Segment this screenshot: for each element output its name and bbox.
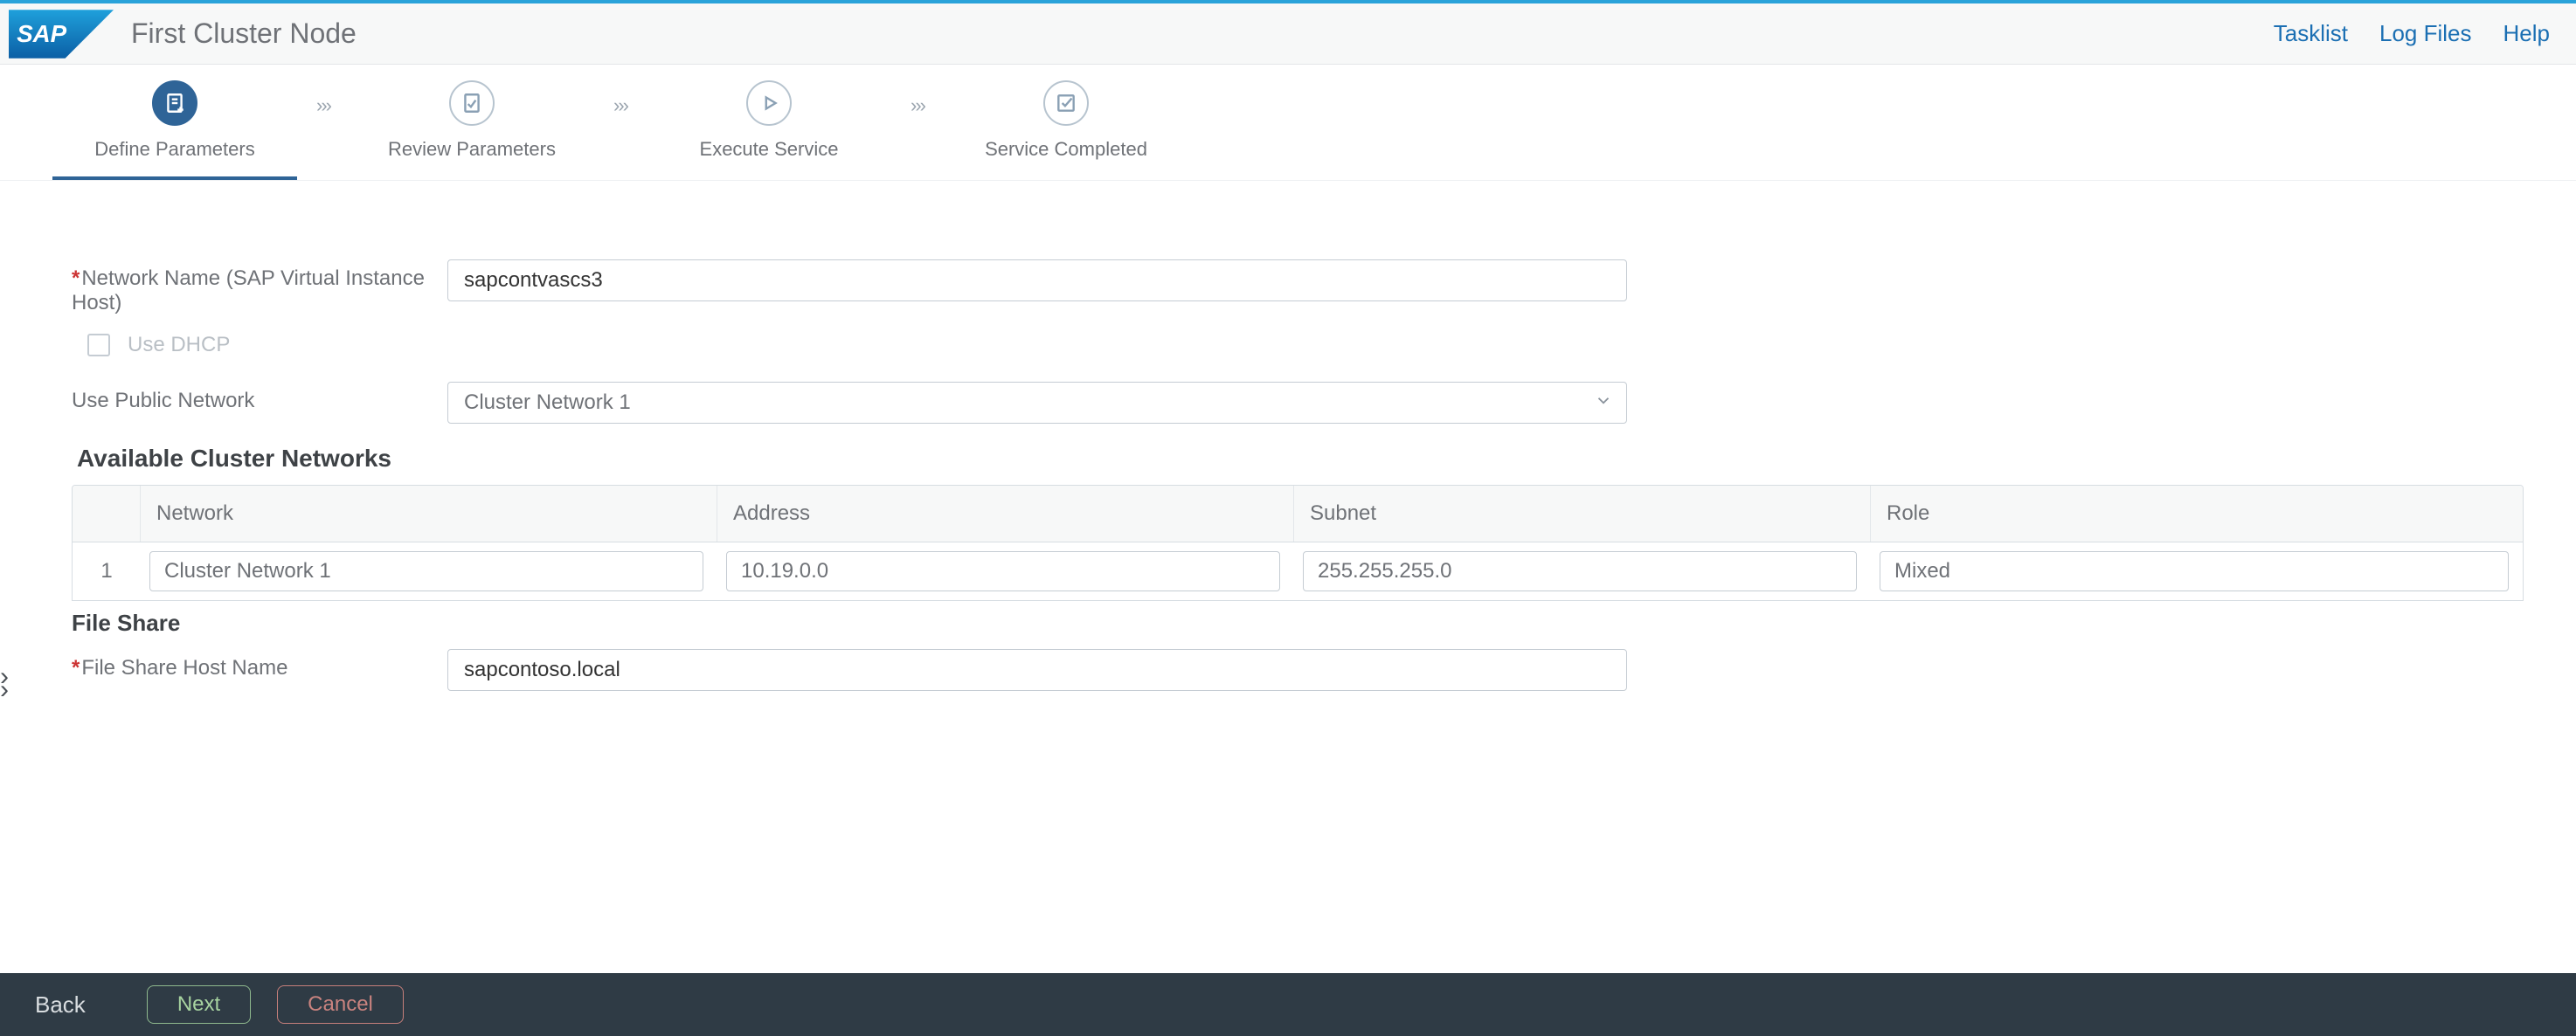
document-plus-icon <box>152 80 197 126</box>
app-header: SAP First Cluster Node Tasklist Log File… <box>0 3 2576 65</box>
document-check-icon <box>449 80 495 126</box>
main-form: ›› *Network Name (SAP Virtual Instance H… <box>0 181 2576 973</box>
expand-sidebar-icon[interactable]: ›› <box>0 670 9 696</box>
cell-subnet-input[interactable] <box>1303 551 1857 591</box>
table-header-row: Network Address Subnet Role <box>73 486 2523 542</box>
sap-logo: SAP <box>9 9 114 59</box>
help-link[interactable]: Help <box>2503 20 2550 47</box>
step-label: Execute Service <box>700 138 839 161</box>
required-indicator: * <box>72 266 80 290</box>
network-name-input[interactable] <box>447 259 1627 301</box>
cancel-button[interactable]: Cancel <box>277 985 404 1024</box>
step-service-completed[interactable]: Service Completed <box>944 80 1188 176</box>
available-networks-heading: Available Cluster Networks <box>77 445 2524 473</box>
step-define-parameters[interactable]: Define Parameters <box>52 80 297 180</box>
file-share-host-input[interactable] <box>447 649 1627 691</box>
svg-text:SAP: SAP <box>17 20 66 47</box>
row-network-name: *Network Name (SAP Virtual Instance Host… <box>72 259 2524 315</box>
th-network: Network <box>141 486 717 542</box>
step-separator: ››› <box>297 80 350 117</box>
cell-network-input[interactable] <box>149 551 703 591</box>
cell-address-input[interactable] <box>726 551 1280 591</box>
header-right: Tasklist Log Files Help <box>2274 20 2550 47</box>
logfiles-link[interactable]: Log Files <box>2379 20 2472 47</box>
use-public-network-select[interactable] <box>447 382 1627 424</box>
next-button[interactable]: Next <box>147 985 251 1024</box>
network-name-label: *Network Name (SAP Virtual Instance Host… <box>72 259 447 315</box>
file-share-heading: File Share <box>72 610 2524 637</box>
back-button[interactable]: Back <box>35 991 86 1019</box>
th-subnet: Subnet <box>1294 486 1871 542</box>
step-separator: ››› <box>594 80 647 117</box>
row-use-public-network: Use Public Network <box>72 382 2524 424</box>
use-dhcp-checkbox[interactable] <box>87 334 110 356</box>
step-label: Define Parameters <box>94 138 254 161</box>
table-body: 1 <box>73 542 2523 600</box>
page-title: First Cluster Node <box>131 17 357 50</box>
footer-bar: Back Next Cancel <box>0 973 2576 1036</box>
table-row: 1 <box>73 542 2523 600</box>
tasklist-link[interactable]: Tasklist <box>2274 20 2348 47</box>
step-execute-service[interactable]: Execute Service <box>647 80 891 176</box>
available-networks-table: Network Address Subnet Role 1 <box>72 485 2524 601</box>
wizard-steps: Define Parameters ››› Review Parameters … <box>0 65 2576 181</box>
step-separator: ››› <box>891 80 944 117</box>
cell-role-input[interactable] <box>1880 551 2509 591</box>
use-dhcp-label: Use DHCP <box>128 333 230 357</box>
step-review-parameters[interactable]: Review Parameters <box>350 80 594 176</box>
step-label: Review Parameters <box>388 138 556 161</box>
required-indicator: * <box>72 656 80 680</box>
checkbox-icon <box>1043 80 1089 126</box>
use-public-network-value[interactable] <box>447 382 1627 424</box>
row-use-dhcp: Use DHCP <box>87 333 2524 357</box>
th-address: Address <box>717 486 1294 542</box>
th-role: Role <box>1871 486 2523 542</box>
step-label: Service Completed <box>985 138 1147 161</box>
file-share-host-label: *File Share Host Name <box>72 649 447 680</box>
play-icon <box>746 80 792 126</box>
row-file-share-host: *File Share Host Name <box>72 649 2524 691</box>
use-public-network-label: Use Public Network <box>72 382 447 413</box>
cell-index: 1 <box>73 559 141 584</box>
header-left: SAP First Cluster Node <box>9 9 357 59</box>
th-index <box>73 486 141 542</box>
